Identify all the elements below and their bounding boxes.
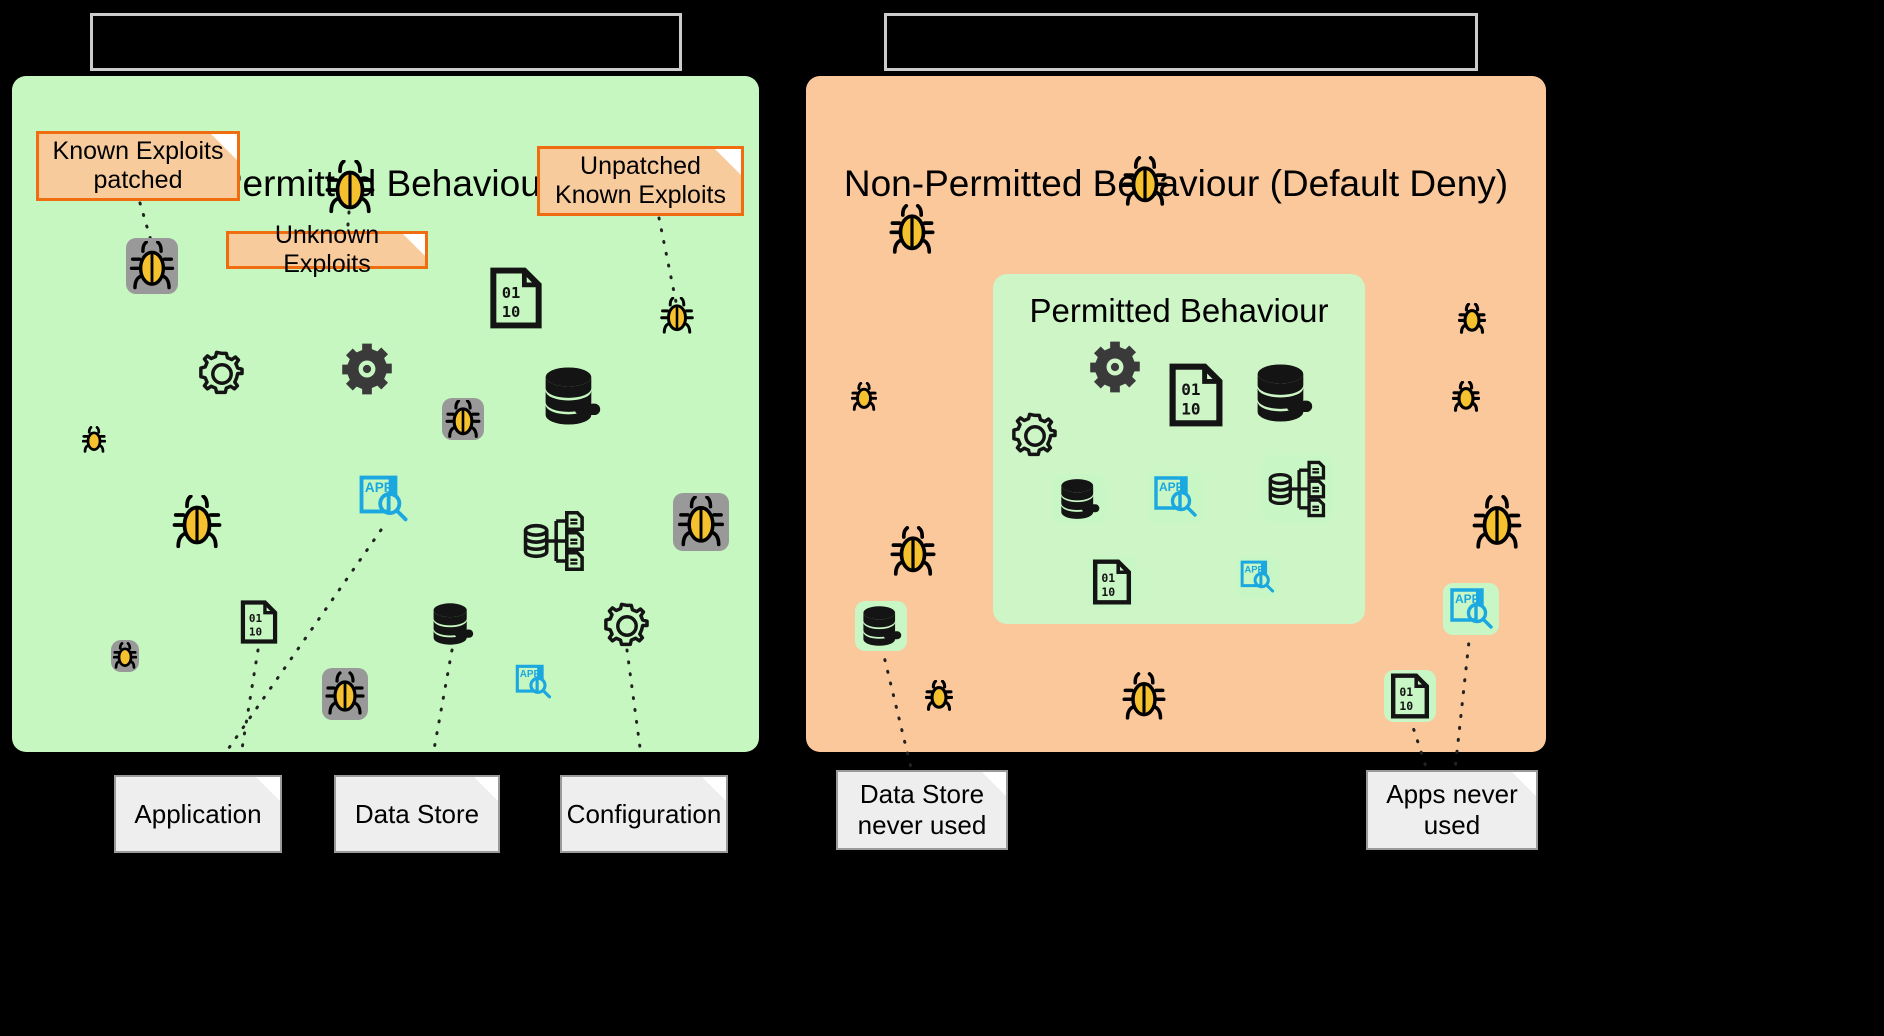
bug-icon-r3: [851, 382, 877, 412]
legend-note-application-label: Application: [134, 798, 262, 829]
legend-note-data-store-never-used[interactable]: Data Store never used: [836, 770, 1008, 850]
svg-text:01: 01: [1181, 380, 1200, 399]
database-icon-r2: [1052, 474, 1106, 524]
database-icon-l1: [539, 363, 603, 429]
database-icon-l2: [429, 600, 475, 648]
svg-text:01: 01: [249, 612, 263, 625]
bug-icon-l2: [126, 238, 178, 294]
database-tree-icon-r1: [1262, 455, 1334, 523]
bug-icon-l5: [442, 398, 484, 440]
legend-note-data-store-label: Data Store: [354, 798, 480, 829]
legend-note-apps-never-used[interactable]: Apps never used: [1366, 770, 1538, 850]
note-unpatched-known-exploits-label: Unpatched Known Exploits: [555, 151, 726, 210]
bug-icon-r5: [925, 680, 953, 712]
legend-note-configuration[interactable]: Configuration: [560, 775, 728, 853]
panel-non-permitted-title: Non-Permitted Behaviour (Default Deny): [843, 163, 1509, 204]
svg-text:10: 10: [1399, 699, 1413, 713]
bug-icon-l1: [325, 160, 375, 215]
bug-icon-r8: [1452, 381, 1480, 413]
gear-solid-icon-l1: [338, 340, 396, 398]
note-unknown-exploits[interactable]: Unknown Exploits: [226, 221, 428, 278]
gear-outline-icon-r1: [1009, 410, 1061, 462]
bug-icon-r7: [1458, 303, 1486, 335]
svg-text:01: 01: [502, 284, 521, 302]
bug-icon-r4: [890, 526, 936, 578]
svg-text:10: 10: [249, 626, 262, 639]
gear-solid-icon-r1: [1086, 338, 1144, 396]
app-search-icon-r-outside: APP: [1443, 583, 1499, 635]
database-icon-r-outside: [855, 601, 907, 651]
gear-outline-icon-l2: [601, 600, 653, 652]
binary-file-icon-l1: 01 10: [489, 267, 543, 329]
database-tree-icon-l1: [522, 508, 588, 574]
legend-note-application[interactable]: Application: [114, 775, 282, 853]
bug-icon-l8: [111, 640, 139, 672]
bug-icon-r9: [1472, 495, 1522, 551]
bug-icon-l9: [322, 668, 368, 720]
binary-file-icon-r1: 01 10: [1168, 363, 1224, 427]
note-unknown-exploits-label: Unknown Exploits: [274, 220, 380, 279]
database-icon-r1: [1251, 360, 1315, 426]
binary-file-icon-r2: 01 10: [1087, 556, 1137, 608]
bug-icon-r2: [889, 204, 935, 256]
svg-text:10: 10: [1101, 585, 1115, 599]
gear-outline-icon-l1: [196, 348, 248, 400]
inner-panel-permitted-title: Permitted Behaviour: [1029, 292, 1329, 329]
note-known-exploits-patched[interactable]: Known Exploits patched: [36, 131, 240, 201]
svg-text:10: 10: [1181, 400, 1200, 419]
app-search-icon-r2: APP: [1235, 556, 1279, 598]
binary-file-icon-l2: 01 10: [240, 600, 278, 644]
left-header-box[interactable]: [90, 13, 682, 71]
svg-text:01: 01: [1399, 685, 1413, 699]
legend-note-data-store-never-used-label: Data Store never used: [857, 779, 987, 840]
binary-file-icon-r-outside: 01 10: [1384, 670, 1436, 722]
app-search-icon-l1: APP: [357, 473, 409, 525]
bug-icon-r1: [1122, 156, 1168, 208]
note-known-exploits-patched-label: Known Exploits patched: [52, 136, 224, 195]
bug-icon-r6: [1122, 672, 1166, 722]
legend-note-data-store[interactable]: Data Store: [334, 775, 500, 853]
app-search-icon-r1: APP: [1147, 471, 1203, 523]
bug-icon-l7: [673, 493, 729, 551]
bug-icon-l6: [172, 495, 222, 550]
svg-text:01: 01: [1101, 571, 1115, 585]
bug-icon-l4: [82, 426, 106, 454]
bug-icon-l3: [660, 297, 694, 335]
right-header-box[interactable]: [884, 13, 1478, 71]
note-unpatched-known-exploits[interactable]: Unpatched Known Exploits: [537, 146, 744, 216]
legend-note-configuration-label: Configuration: [566, 798, 722, 829]
svg-text:10: 10: [502, 303, 521, 321]
app-search-icon-l2: APP: [514, 663, 552, 701]
legend-note-apps-never-used-label: Apps never used: [1386, 779, 1518, 840]
